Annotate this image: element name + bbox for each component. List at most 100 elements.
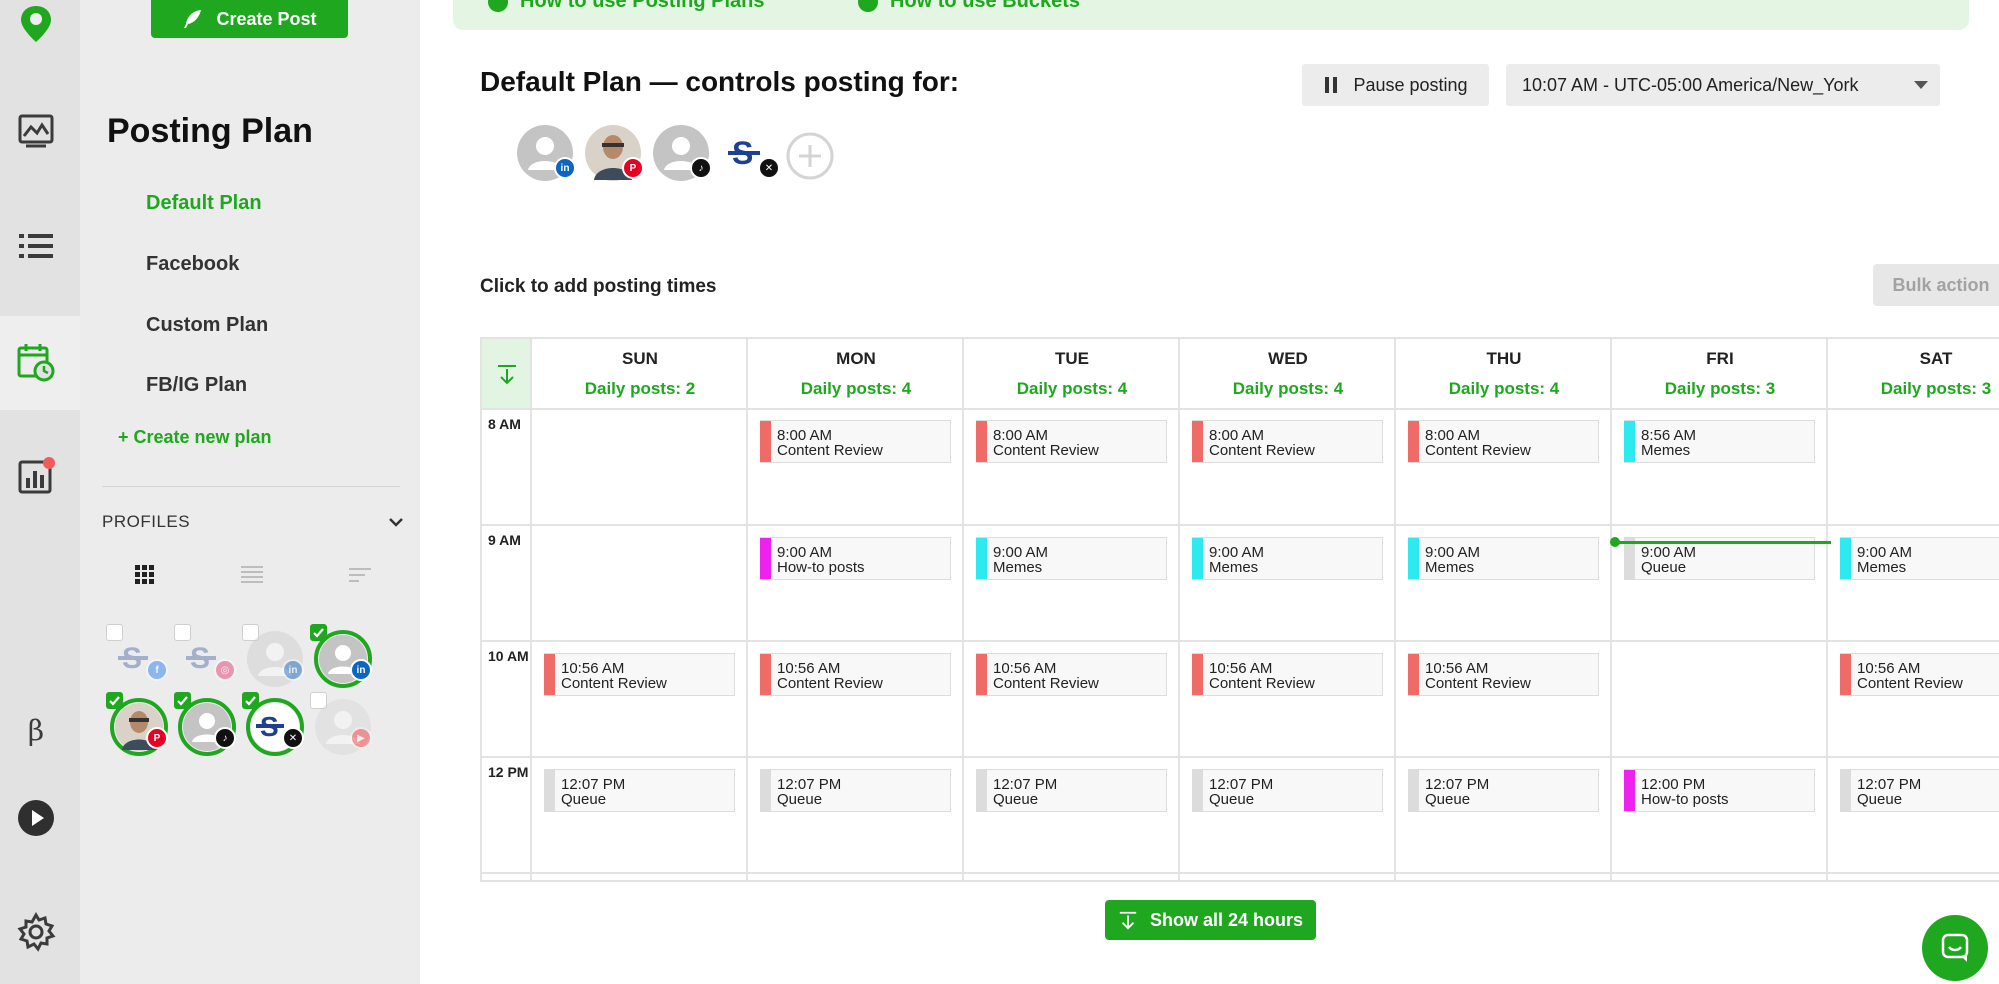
chat-launcher[interactable] xyxy=(1922,915,1988,981)
collapse-toggle[interactable] xyxy=(482,339,532,408)
posting-slot[interactable]: 8:00 AM Content Review xyxy=(1192,420,1383,463)
posting-slot[interactable]: 9:00 AM Memes xyxy=(976,537,1167,580)
beta-icon[interactable]: β xyxy=(12,706,60,754)
create-post-button[interactable]: Create Post xyxy=(151,0,348,38)
posting-slot[interactable]: 10:56 AM Content Review xyxy=(760,653,951,696)
day-name: TUE xyxy=(1055,349,1089,368)
pause-icon xyxy=(1325,77,1338,93)
analytics-icon[interactable] xyxy=(12,452,60,500)
slot-time: 9:00 AM xyxy=(1857,544,1913,561)
compact-view-icon[interactable] xyxy=(348,562,372,586)
posting-slot[interactable]: 10:56 AM Content Review xyxy=(1192,653,1383,696)
posting-slot[interactable]: 12:00 PM How-to posts xyxy=(1624,769,1815,812)
beta-label: β xyxy=(27,713,45,747)
slot-bucket-label: How-to posts xyxy=(1641,791,1729,808)
pause-posting-button[interactable]: Pause posting xyxy=(1302,64,1489,106)
posting-slot[interactable]: 9:00 AM How-to posts xyxy=(760,537,951,580)
bucket-color-bar xyxy=(1624,770,1635,811)
play-circle-icon xyxy=(488,0,508,12)
posting-slot[interactable]: 12:07 PM Queue xyxy=(976,769,1167,812)
grid-row-line xyxy=(482,524,1999,526)
daily-posts-count: Daily posts: 4 xyxy=(1232,379,1344,398)
play-icon[interactable] xyxy=(12,794,60,842)
posting-slot[interactable]: 12:07 PM Queue xyxy=(760,769,951,812)
hour-label: 9 AM xyxy=(488,532,521,548)
bucket-color-bar xyxy=(760,421,771,462)
list-view-icon[interactable] xyxy=(240,562,264,586)
feather-icon xyxy=(184,10,202,28)
bucket-color-bar xyxy=(976,538,987,579)
posting-slot[interactable]: 12:07 PM Queue xyxy=(1840,769,1999,812)
slot-time: 8:00 AM xyxy=(1209,427,1265,444)
tiktok-icon: ♪ xyxy=(690,157,712,179)
posting-slot[interactable]: 10:56 AM Content Review xyxy=(976,653,1167,696)
slot-bucket-label: Content Review xyxy=(1209,675,1315,692)
posting-slot[interactable]: 12:07 PM Queue xyxy=(1408,769,1599,812)
calendar-clock-icon[interactable] xyxy=(12,338,60,386)
linkedin-icon: in xyxy=(554,157,576,179)
grid-row-line xyxy=(482,408,1999,410)
posting-slot[interactable]: 9:00 AM Memes xyxy=(1192,537,1383,580)
posting-slot[interactable]: 10:56 AM Content Review xyxy=(1408,653,1599,696)
slot-time: 9:00 AM xyxy=(993,544,1049,561)
posting-slot[interactable]: 8:00 AM Content Review xyxy=(976,420,1167,463)
slot-bucket-label: Queue xyxy=(1857,791,1903,808)
plan-item-custom[interactable]: Custom Plan xyxy=(146,314,268,337)
bucket-color-bar xyxy=(1408,538,1419,579)
help-link-label: How to use Buckets xyxy=(890,0,1081,12)
posting-slot[interactable]: 12:07 PM Queue xyxy=(1192,769,1383,812)
bucket-color-bar xyxy=(976,654,987,695)
timezone-select[interactable]: 10:07 AM - UTC-05:00 America/New_York xyxy=(1506,64,1940,106)
list-icon[interactable] xyxy=(12,222,60,270)
day-header-mon: MON Daily posts: 4 xyxy=(748,339,964,408)
create-plan-link[interactable]: + Create new plan xyxy=(118,427,272,448)
posting-slot[interactable]: 9:00 AM Memes xyxy=(1408,537,1599,580)
slot-bucket-label: How-to posts xyxy=(777,559,865,576)
grid-column-line xyxy=(962,339,964,880)
posting-slot[interactable]: 8:56 AM Memes xyxy=(1624,420,1815,463)
day-header-thu: THU Daily posts: 4 xyxy=(1396,339,1612,408)
slot-bucket-label: Memes xyxy=(1641,442,1691,459)
posting-slot[interactable]: 10:56 AM Content Review xyxy=(544,653,735,696)
posting-slot[interactable]: 9:00 AM Memes xyxy=(1840,537,1999,580)
slot-time: 12:07 PM xyxy=(1425,776,1490,793)
posting-slot[interactable]: 8:00 AM Content Review xyxy=(1408,420,1599,463)
plan-item-default[interactable]: Default Plan xyxy=(146,192,262,215)
day-header-wed: WED Daily posts: 4 xyxy=(1180,339,1396,408)
media-library-icon[interactable] xyxy=(12,106,60,154)
help-link-buckets[interactable]: How to use Buckets xyxy=(858,0,1080,13)
youtube-icon: ▶ xyxy=(350,727,372,749)
chevron-down-icon[interactable] xyxy=(386,512,406,532)
posting-slot[interactable]: 10:56 AM Content Review xyxy=(1840,653,1999,696)
daily-posts-count: Daily posts: 2 xyxy=(584,379,696,398)
slot-time: 10:56 AM xyxy=(777,660,841,677)
slot-bucket-label: Content Review xyxy=(777,442,883,459)
logo-pin-icon[interactable] xyxy=(12,0,60,48)
slot-bucket-label: Queue xyxy=(993,791,1039,808)
show-all-hours-button[interactable]: Show all 24 hours xyxy=(1105,900,1316,940)
profiles-label: PROFILES xyxy=(102,512,191,531)
sidebar-title: Posting Plan xyxy=(107,112,313,150)
plan-item-facebook[interactable]: Facebook xyxy=(146,253,239,276)
slot-time: 12:07 PM xyxy=(777,776,842,793)
posting-slot[interactable]: 12:07 PM Queue xyxy=(544,769,735,812)
bucket-color-bar xyxy=(1840,654,1851,695)
plan-heading: Default Plan — controls posting for: xyxy=(480,66,960,97)
add-account-icon[interactable] xyxy=(786,132,834,180)
chat-icon xyxy=(1941,933,1969,962)
slot-time: 10:56 AM xyxy=(993,660,1057,677)
bucket-color-bar xyxy=(544,654,555,695)
grid-column-line xyxy=(746,339,748,880)
grid-column-line xyxy=(1826,339,1828,880)
plan-item-fb-ig[interactable]: FB/IG Plan xyxy=(146,374,247,397)
daily-posts-count: Daily posts: 3 xyxy=(1664,379,1776,398)
slot-time: 12:07 PM xyxy=(561,776,626,793)
gear-icon[interactable] xyxy=(12,908,60,956)
grid-row-line xyxy=(482,640,1999,642)
grid-view-icon[interactable] xyxy=(132,562,156,586)
day-name: WED xyxy=(1268,349,1308,368)
help-link-posting-plans[interactable]: How to use Posting Plans xyxy=(488,0,764,13)
slot-time: 12:00 PM xyxy=(1641,776,1706,793)
posting-slot[interactable]: 8:00 AM Content Review xyxy=(760,420,951,463)
bulk-action-button[interactable]: Bulk action xyxy=(1873,264,1999,306)
